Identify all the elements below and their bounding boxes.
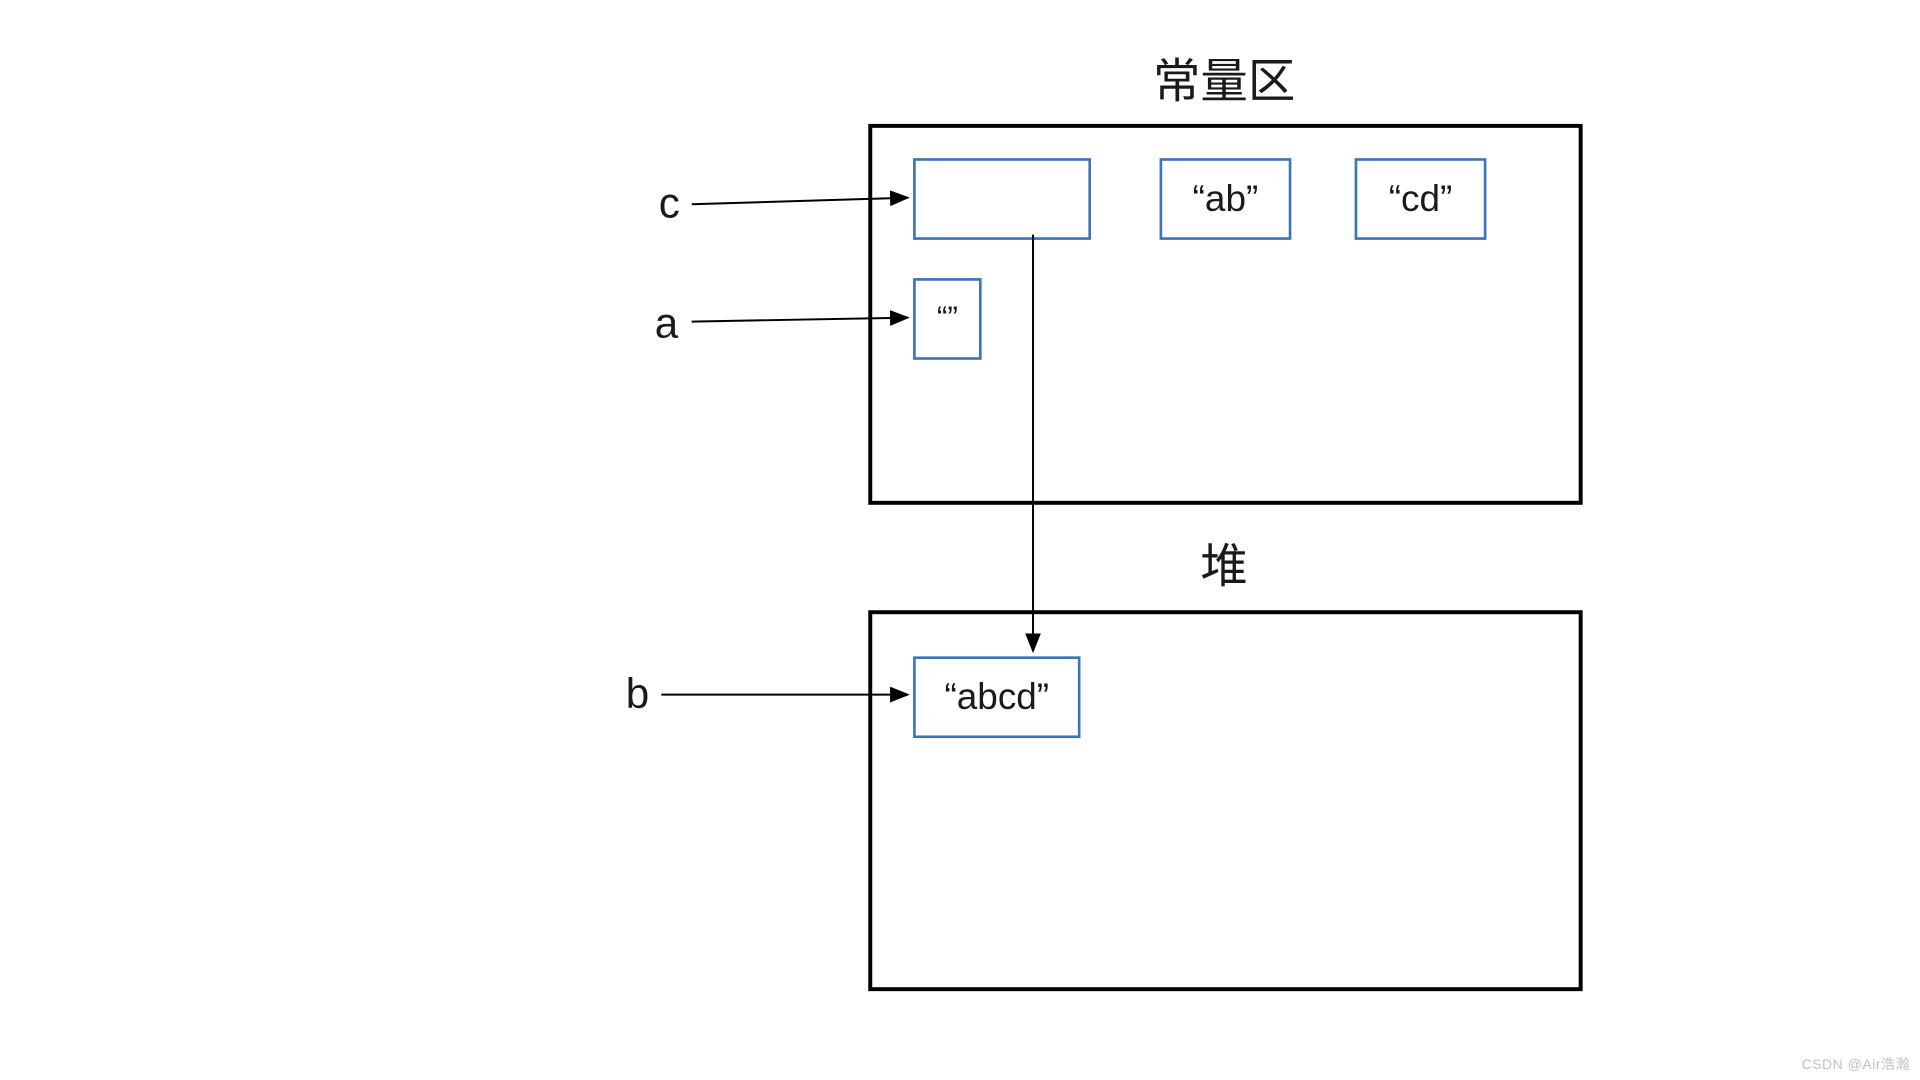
watermark-text: CSDN @Air浩瀚 (1802, 1054, 1910, 1074)
arrows-layer (262, 0, 1920, 1080)
arrow-a-to-empty (692, 318, 908, 322)
arrow-c-to-ref (692, 198, 908, 205)
